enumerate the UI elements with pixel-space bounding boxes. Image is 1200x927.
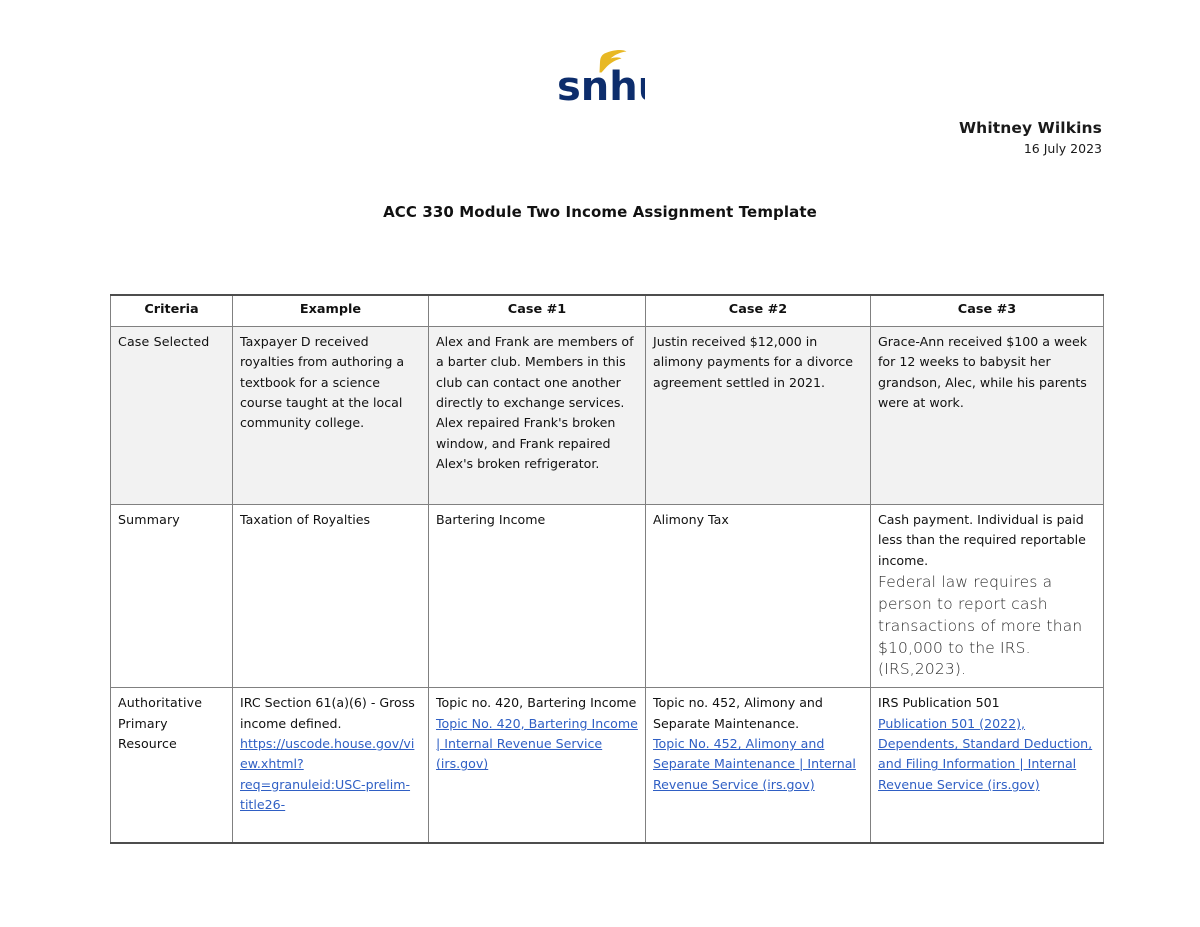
- snhu-wordmark: snhu: [557, 64, 645, 106]
- cell-case3-case-selected: Grace-Ann received $100 a week for 12 we…: [870, 325, 1104, 505]
- assignment-table: Criteria Example Case #1 Case #2 Case #3…: [110, 293, 1104, 845]
- table-header-row: Criteria Example Case #1 Case #2 Case #3: [110, 293, 1104, 327]
- cell-example-case-selected: Taxpayer D received royalties from autho…: [232, 325, 429, 505]
- cell-case2-summary: Alimony Tax: [645, 503, 871, 689]
- resource-case1-link[interactable]: Topic No. 420, Bartering Income | Intern…: [436, 714, 638, 775]
- table-row-summary: Summary Taxation of Royalties Bartering …: [110, 503, 1104, 689]
- cell-case1-summary: Bartering Income: [428, 503, 646, 689]
- column-header-criteria: Criteria: [110, 293, 233, 327]
- resource-case3-text: IRS Publication 501: [878, 695, 1000, 711]
- cell-case1-resource: Topic no. 420, Bartering Income Topic No…: [428, 687, 646, 845]
- resource-case3-link[interactable]: Publication 501 (2022), Dependents, Stan…: [878, 714, 1096, 796]
- resource-case2-text: Topic no. 452, Alimony and Separate Main…: [653, 695, 823, 731]
- document-date: 16 July 2023: [1023, 141, 1102, 157]
- summary-case3-primary: Cash payment. Individual is paid less th…: [878, 511, 1086, 568]
- table-row-case-selected: Case Selected Taxpayer D received royalt…: [110, 325, 1104, 505]
- snhu-logo: snhu: [0, 48, 1200, 110]
- column-header-case2: Case #2: [645, 293, 871, 327]
- cell-criteria-summary: Summary: [110, 503, 233, 689]
- resource-case2-link[interactable]: Topic No. 452, Alimony and Separate Main…: [653, 734, 863, 795]
- document-page: snhu Whitney Wilkins 16 July 2023 ACC 33…: [0, 0, 1200, 927]
- page-title: ACC 330 Module Two Income Assignment Tem…: [383, 203, 817, 221]
- resource-example-text: IRC Section 61(a)(6) - Gross income defi…: [240, 695, 415, 731]
- cell-criteria-resource: Authoritative Primary Resource: [110, 687, 233, 845]
- author-name: Whitney Wilkins: [958, 119, 1102, 137]
- cell-criteria-case-selected: Case Selected: [110, 325, 233, 505]
- cell-example-resource: IRC Section 61(a)(6) - Gross income defi…: [232, 687, 429, 845]
- resource-case1-text: Topic no. 420, Bartering Income: [436, 695, 637, 711]
- cell-example-summary: Taxation of Royalties: [232, 503, 429, 689]
- cell-case3-summary: Cash payment. Individual is paid less th…: [870, 503, 1104, 689]
- summary-case3-quoted: Federal law requires a person to report …: [878, 572, 1083, 679]
- cell-case1-case-selected: Alex and Frank are members of a barter c…: [428, 325, 646, 505]
- author-block: Whitney Wilkins 16 July 2023: [959, 119, 1102, 157]
- table-row-authoritative-resource: Authoritative Primary Resource IRC Secti…: [110, 687, 1104, 845]
- snhu-logo-icon: snhu: [557, 49, 645, 106]
- cell-case3-resource: IRS Publication 501 Publication 501 (202…: [870, 687, 1104, 845]
- column-header-example: Example: [232, 293, 429, 327]
- cell-case2-resource: Topic no. 452, Alimony and Separate Main…: [645, 687, 871, 845]
- column-header-case1: Case #1: [428, 293, 646, 327]
- resource-example-link[interactable]: https://uscode.house.gov/view.xhtml?req=…: [240, 734, 421, 816]
- cell-case2-case-selected: Justin received $12,000 in alimony payme…: [645, 325, 871, 505]
- column-header-case3: Case #3: [870, 293, 1104, 327]
- assignment-table-wrapper: Criteria Example Case #1 Case #2 Case #3…: [110, 293, 1104, 845]
